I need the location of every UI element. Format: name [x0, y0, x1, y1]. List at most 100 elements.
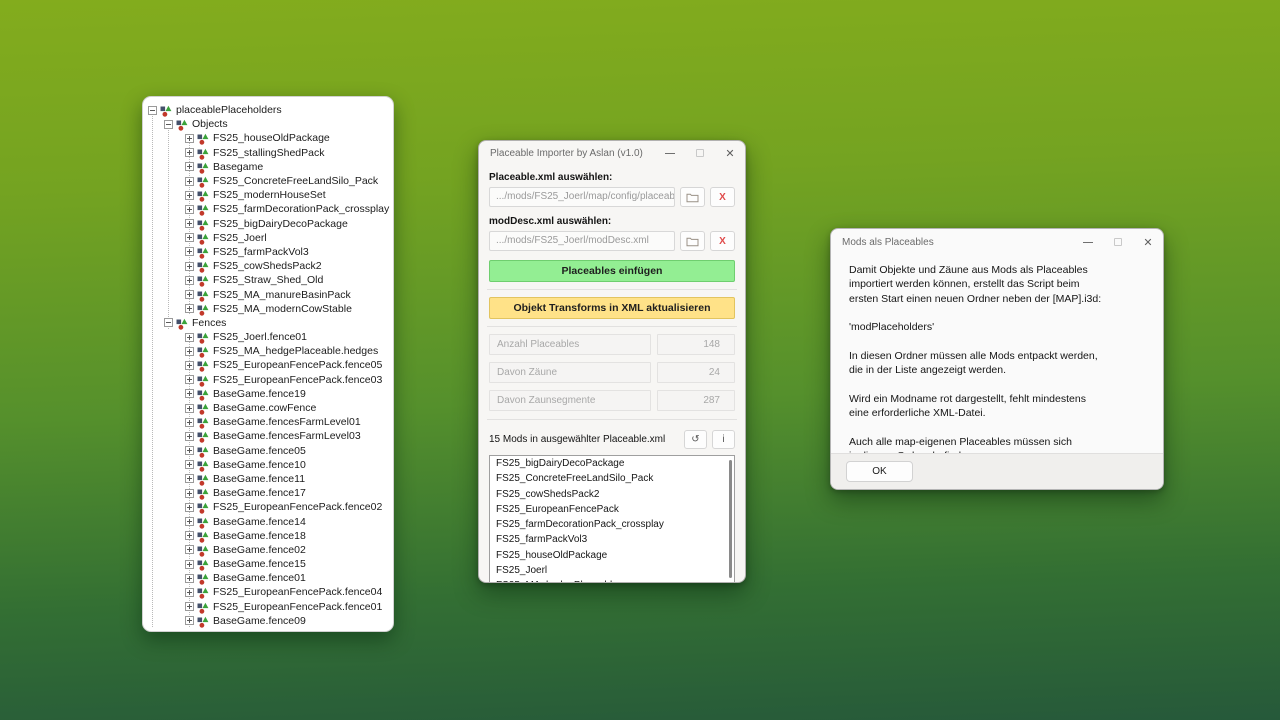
tree-item[interactable]: BaseGame.fencesFarmLevel01: [143, 415, 389, 429]
moddesc-browse-button[interactable]: [680, 231, 705, 251]
tree-item[interactable]: FS25_MA_modernCowStable: [143, 302, 389, 316]
mod-list[interactable]: FS25_bigDairyDecoPackageFS25_ConcreteFre…: [489, 455, 735, 583]
expand-icon[interactable]: [185, 531, 194, 540]
close-button[interactable]: ✕: [715, 141, 745, 165]
tree-item[interactable]: FS25_EuropeanFencePack.fence02: [143, 500, 389, 514]
tree-item[interactable]: BaseGame.fencesFarmLevel03: [143, 429, 389, 443]
tree-item[interactable]: BaseGame.fence02: [143, 543, 389, 557]
expand-icon[interactable]: [185, 148, 194, 157]
mod-list-item[interactable]: FS25_bigDairyDecoPackage: [490, 456, 734, 471]
expand-icon[interactable]: [185, 560, 194, 569]
tree-item[interactable]: BaseGame.fence15: [143, 557, 389, 571]
expand-icon[interactable]: [185, 247, 194, 256]
expand-icon[interactable]: [185, 602, 194, 611]
tree-item[interactable]: BaseGame.fence05: [143, 444, 389, 458]
tree-item[interactable]: FS25_bigDairyDecoPackage: [143, 217, 389, 231]
tree-item[interactable]: FS25_Joerl: [143, 231, 389, 245]
minimize-button[interactable]: [655, 141, 685, 165]
tree-item[interactable]: BaseGame.fence01: [143, 571, 389, 585]
expand-icon[interactable]: [185, 489, 194, 498]
insert-placeables-button[interactable]: Placeables einfügen: [489, 260, 735, 282]
tree-item[interactable]: FS25_EuropeanFencePack.fence01: [143, 600, 389, 614]
tree-item[interactable]: BaseGame.fence17: [143, 486, 389, 500]
expand-icon[interactable]: [185, 375, 194, 384]
expand-icon[interactable]: [185, 361, 194, 370]
tree-item[interactable]: FS25_ConcreteFreeLandSilo_Pack: [143, 174, 389, 188]
update-transforms-button[interactable]: Objekt Transforms in XML aktualisieren: [489, 297, 735, 319]
tree-item[interactable]: BaseGame.fence18: [143, 529, 389, 543]
expand-icon[interactable]: [185, 276, 194, 285]
dialog-titlebar[interactable]: Mods als Placeables ✕: [831, 229, 1163, 255]
expand-icon[interactable]: [185, 517, 194, 526]
info-button[interactable]: i: [712, 430, 735, 449]
tree-item[interactable]: FS25_MA_manureBasinPack: [143, 287, 389, 301]
collapse-icon[interactable]: [164, 120, 173, 129]
tree-item[interactable]: FS25_stallingShedPack: [143, 146, 389, 160]
expand-icon[interactable]: [185, 134, 194, 143]
tree-item[interactable]: FS25_farmPackVol3: [143, 245, 389, 259]
mod-list-item[interactable]: FS25_cowShedsPack2: [490, 487, 734, 502]
scrollbar-thumb[interactable]: [729, 460, 732, 578]
tree-item[interactable]: BaseGame.fence11: [143, 472, 389, 486]
tree-item[interactable]: placeablePlaceholders: [143, 103, 389, 117]
tree-item[interactable]: BaseGame.fence10: [143, 458, 389, 472]
expand-icon[interactable]: [185, 347, 194, 356]
tree-item[interactable]: BaseGame.fence09: [143, 614, 389, 628]
placeable-browse-button[interactable]: [680, 187, 705, 207]
collapse-icon[interactable]: [148, 106, 157, 115]
tree-item[interactable]: FS25_farmDecorationPack_crossplay: [143, 202, 389, 216]
moddesc-clear-button[interactable]: X: [710, 231, 735, 251]
tree-item[interactable]: FS25_houseOldPackage: [143, 131, 389, 145]
tree-item[interactable]: FS25_modernHouseSet: [143, 188, 389, 202]
tree-item[interactable]: Objects: [143, 117, 389, 131]
expand-icon[interactable]: [185, 233, 194, 242]
expand-icon[interactable]: [185, 290, 194, 299]
tree-item[interactable]: BaseGame.fence19: [143, 387, 389, 401]
tree-item[interactable]: FS25_EuropeanFencePack.fence04: [143, 585, 389, 599]
expand-icon[interactable]: [185, 545, 194, 554]
expand-icon[interactable]: [185, 446, 194, 455]
tree-item[interactable]: Basegame: [143, 160, 389, 174]
placeable-clear-button[interactable]: X: [710, 187, 735, 207]
expand-icon[interactable]: [185, 262, 194, 271]
expand-icon[interactable]: [185, 588, 194, 597]
maximize-button[interactable]: [685, 141, 715, 165]
expand-icon[interactable]: [185, 219, 194, 228]
mod-list-item[interactable]: FS25_ConcreteFreeLandSilo_Pack: [490, 471, 734, 486]
refresh-button[interactable]: ↺: [684, 430, 707, 449]
expand-icon[interactable]: [185, 432, 194, 441]
expand-icon[interactable]: [185, 404, 194, 413]
tree-item[interactable]: FS25_EuropeanFencePack.fence03: [143, 373, 389, 387]
expand-icon[interactable]: [185, 616, 194, 625]
minimize-button[interactable]: [1073, 229, 1103, 255]
mod-list-item[interactable]: FS25_Joerl: [490, 563, 734, 578]
mod-list-item[interactable]: FS25_farmDecorationPack_crossplay: [490, 517, 734, 532]
tree-item[interactable]: FS25_MA_hedgePlaceable.hedges: [143, 344, 389, 358]
expand-icon[interactable]: [185, 460, 194, 469]
expand-icon[interactable]: [185, 574, 194, 583]
expand-icon[interactable]: [185, 503, 194, 512]
mod-list-item[interactable]: FS25_EuropeanFencePack: [490, 502, 734, 517]
expand-icon[interactable]: [185, 191, 194, 200]
expand-icon[interactable]: [185, 474, 194, 483]
close-button[interactable]: ✕: [1133, 229, 1163, 255]
expand-icon[interactable]: [185, 162, 194, 171]
expand-icon[interactable]: [185, 205, 194, 214]
tree-item[interactable]: FS25_EuropeanFencePack.fence05: [143, 358, 389, 372]
tree-item[interactable]: BaseGame.cowFence: [143, 401, 389, 415]
expand-icon[interactable]: [185, 389, 194, 398]
expand-icon[interactable]: [185, 418, 194, 427]
placeable-xml-path-input[interactable]: .../mods/FS25_Joerl/map/config/placeable…: [489, 187, 675, 207]
tree-item[interactable]: FS25_Joerl.fence01: [143, 330, 389, 344]
expand-icon[interactable]: [185, 304, 194, 313]
ok-button[interactable]: OK: [846, 461, 913, 482]
mod-list-item[interactable]: FS25_MA_hedgePlaceable: [490, 578, 734, 583]
mod-list-item[interactable]: FS25_farmPackVol3: [490, 532, 734, 547]
tree-item[interactable]: FS25_Straw_Shed_Old: [143, 273, 389, 287]
tree-item[interactable]: Fences: [143, 316, 389, 330]
expand-icon[interactable]: [185, 177, 194, 186]
tree-item[interactable]: FS25_cowShedsPack2: [143, 259, 389, 273]
mod-list-item[interactable]: FS25_houseOldPackage: [490, 548, 734, 563]
tree-item[interactable]: BaseGame.fence14: [143, 514, 389, 528]
collapse-icon[interactable]: [164, 318, 173, 327]
